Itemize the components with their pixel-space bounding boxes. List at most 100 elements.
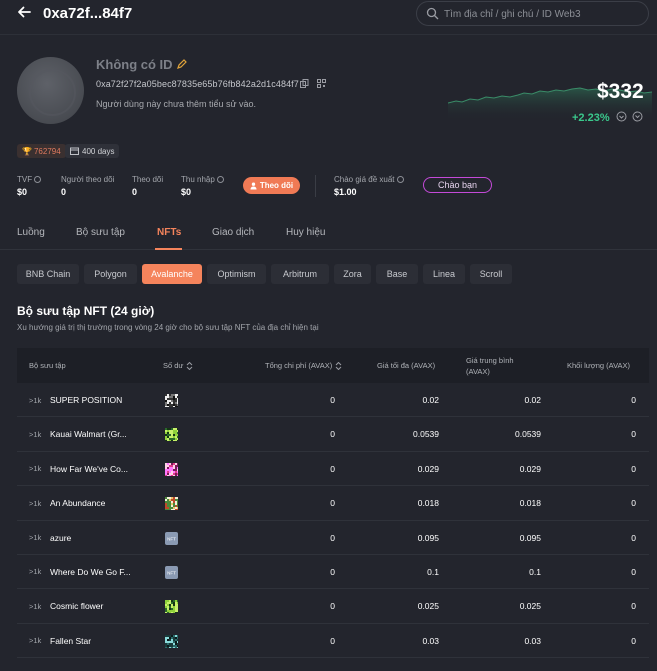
row-collection-name[interactable]: azure — [50, 521, 71, 555]
table-row[interactable]: >1k azure NFT 0 0.095 0.095 0 — [17, 521, 649, 555]
back-arrow-icon[interactable] — [16, 4, 36, 24]
nft-thumbnail[interactable] — [165, 394, 179, 408]
row-max-price: 0.03 — [422, 635, 439, 646]
stat-value: $0 — [17, 187, 28, 197]
offer-value: $1.00 — [334, 187, 357, 197]
chain-zora[interactable]: Zora — [334, 264, 371, 284]
row-avg-price: 0.095 — [519, 532, 541, 543]
offer-stat: Chào giá đề xuất $1.00 — [334, 175, 404, 197]
row-rank: >1k — [29, 429, 42, 439]
sort-icon[interactable] — [335, 361, 342, 370]
chain-base[interactable]: Base — [376, 264, 418, 284]
section-subtitle: Xu hướng giá trị thị trường trong vòng 2… — [17, 323, 319, 332]
row-max-price: 0.02 — [422, 395, 439, 405]
edit-pencil-icon[interactable] — [177, 59, 187, 69]
tab-nfts[interactable]: NFTs — [157, 227, 181, 238]
row-total-fee: 0 — [330, 566, 335, 577]
calendar-icon — [70, 147, 79, 155]
table-row[interactable]: >1k Fallen Star 0 0.03 0.03 0 — [17, 624, 649, 659]
col-max-price: Giá tối đa (AVAX) — [377, 361, 436, 370]
row-collection-name[interactable]: Kauai Walmart (Gr... — [50, 417, 127, 451]
table-row[interactable]: >1k An Abundance 0 0.018 0.018 0 — [17, 486, 649, 521]
row-max-price: 0.095 — [417, 532, 439, 543]
follow-button[interactable]: Theo dõi — [243, 177, 300, 194]
row-avg-price: 0.1 — [529, 566, 541, 577]
row-avg-price: 0.025 — [519, 601, 541, 612]
row-volume: 0 — [631, 429, 636, 440]
row-collection-name[interactable]: How Far We've Co... — [50, 452, 128, 486]
offer-button[interactable]: Chào bạn — [423, 177, 492, 193]
chain-bnb[interactable]: BNB Chain — [17, 264, 79, 284]
nft-thumbnail[interactable] — [165, 634, 179, 649]
chain-optimism[interactable]: Optimism — [207, 264, 266, 284]
info-icon[interactable] — [616, 111, 627, 122]
row-total-fee: 0 — [330, 498, 335, 509]
tab-collections[interactable]: Bộ sưu tập — [76, 227, 125, 238]
tab-feed[interactable]: Luồng — [17, 227, 45, 238]
nft-thumbnail[interactable] — [165, 600, 179, 615]
chain-avalanche[interactable]: Avalanche — [142, 264, 202, 284]
table-row[interactable]: >1k Kauai Walmart (Gr... 0 0.0539 0.0539 0 — [17, 417, 649, 452]
stat-followers[interactable]: Người theo dõi 0 — [61, 175, 114, 197]
row-total-fee: 0 — [330, 532, 335, 543]
row-volume: 0 — [631, 463, 636, 474]
row-avg-price: 0.0539 — [515, 429, 541, 440]
stat-value: 0 — [132, 187, 138, 197]
row-volume: 0 — [631, 395, 636, 405]
row-rank: >1k — [29, 567, 42, 577]
sort-icon[interactable] — [186, 361, 193, 370]
tab-badges[interactable]: Huy hiệu — [286, 227, 325, 238]
full-address: 0xa72f27f2a05bec87835e65b76fb842a2d1c484… — [96, 79, 299, 89]
row-total-fee: 0 — [330, 601, 335, 612]
nft-thumbnail[interactable] — [165, 497, 179, 512]
stat-label: Người theo dõi — [61, 175, 115, 184]
qr-code-icon[interactable] — [317, 79, 326, 88]
table-row[interactable]: >1k How Far We've Co... 0 0.029 0.029 0 — [17, 452, 649, 487]
chain-arbitrum[interactable]: Arbitrum — [271, 264, 329, 284]
stat-value: 0 — [61, 187, 67, 197]
table-body: >1k SUPER POSITION 0 0.02 0.02 0 >1k Kauai Walm… — [17, 383, 649, 659]
table-row[interactable]: >1k SUPER POSITION 0 0.02 0.02 0 — [17, 383, 649, 418]
nft-collection-table: Bộ sưu tập Số dư Tổng chi phí (AVAX) Giá… — [17, 348, 649, 659]
row-collection-name[interactable]: SUPER POSITION — [50, 383, 122, 417]
row-max-price: 0.1 — [427, 566, 439, 577]
help-icon[interactable] — [396, 176, 404, 183]
row-collection-name[interactable]: An Abundance — [50, 486, 105, 520]
stat-label: Thu nhập — [181, 175, 215, 184]
nft-thumbnail[interactable] — [165, 428, 179, 443]
row-collection-name[interactable]: Cosmic flower — [50, 589, 103, 623]
chain-linea[interactable]: Linea — [423, 264, 465, 284]
chain-polygon[interactable]: Polygon — [84, 264, 137, 284]
col-volume: Khối lượng (AVAX) — [567, 361, 631, 370]
copy-icon[interactable] — [300, 79, 309, 88]
row-volume: 0 — [631, 532, 636, 543]
nft-thumbnail[interactable]: NFT — [165, 531, 178, 545]
row-avg-price: 0.02 — [524, 395, 541, 405]
expand-chevron-icon[interactable] — [632, 111, 643, 122]
chain-scroll[interactable]: Scroll — [470, 264, 512, 284]
col-balance[interactable]: Số dư — [163, 348, 193, 383]
nft-thumbnail[interactable] — [165, 462, 179, 477]
search-box[interactable] — [416, 1, 649, 26]
tab-transactions[interactable]: Giao dịch — [212, 227, 254, 238]
nft-thumbnail[interactable]: NFT — [165, 565, 178, 579]
search-input[interactable] — [444, 5, 642, 23]
stat-income: Thu nhập $0 — [181, 175, 224, 197]
stat-label: TVF — [17, 175, 33, 184]
table-row[interactable]: >1k Cosmic flower 0 0.025 0.025 0 — [17, 589, 649, 624]
row-rank: >1k — [29, 395, 42, 405]
tab-divider — [0, 249, 657, 250]
help-icon[interactable] — [216, 176, 224, 183]
age-value: 400 days — [82, 146, 115, 156]
bio-text: Người dùng này chưa thêm tiểu sử vào. — [96, 99, 257, 109]
row-collection-name[interactable]: Fallen Star — [50, 624, 91, 658]
help-icon[interactable] — [34, 176, 42, 183]
col-total-fee[interactable]: Tổng chi phí (AVAX) — [265, 348, 342, 383]
row-collection-name[interactable]: Where Do We Go F... — [50, 555, 131, 589]
row-rank: >1k — [29, 464, 42, 474]
stat-label: Theo dõi — [132, 175, 164, 184]
stat-following[interactable]: Theo dõi 0 — [132, 175, 163, 197]
row-rank: >1k — [29, 498, 42, 508]
row-avg-price: 0.029 — [519, 463, 541, 474]
table-row[interactable]: >1k Where Do We Go F... NFT 0 0.1 0.1 0 — [17, 555, 649, 590]
